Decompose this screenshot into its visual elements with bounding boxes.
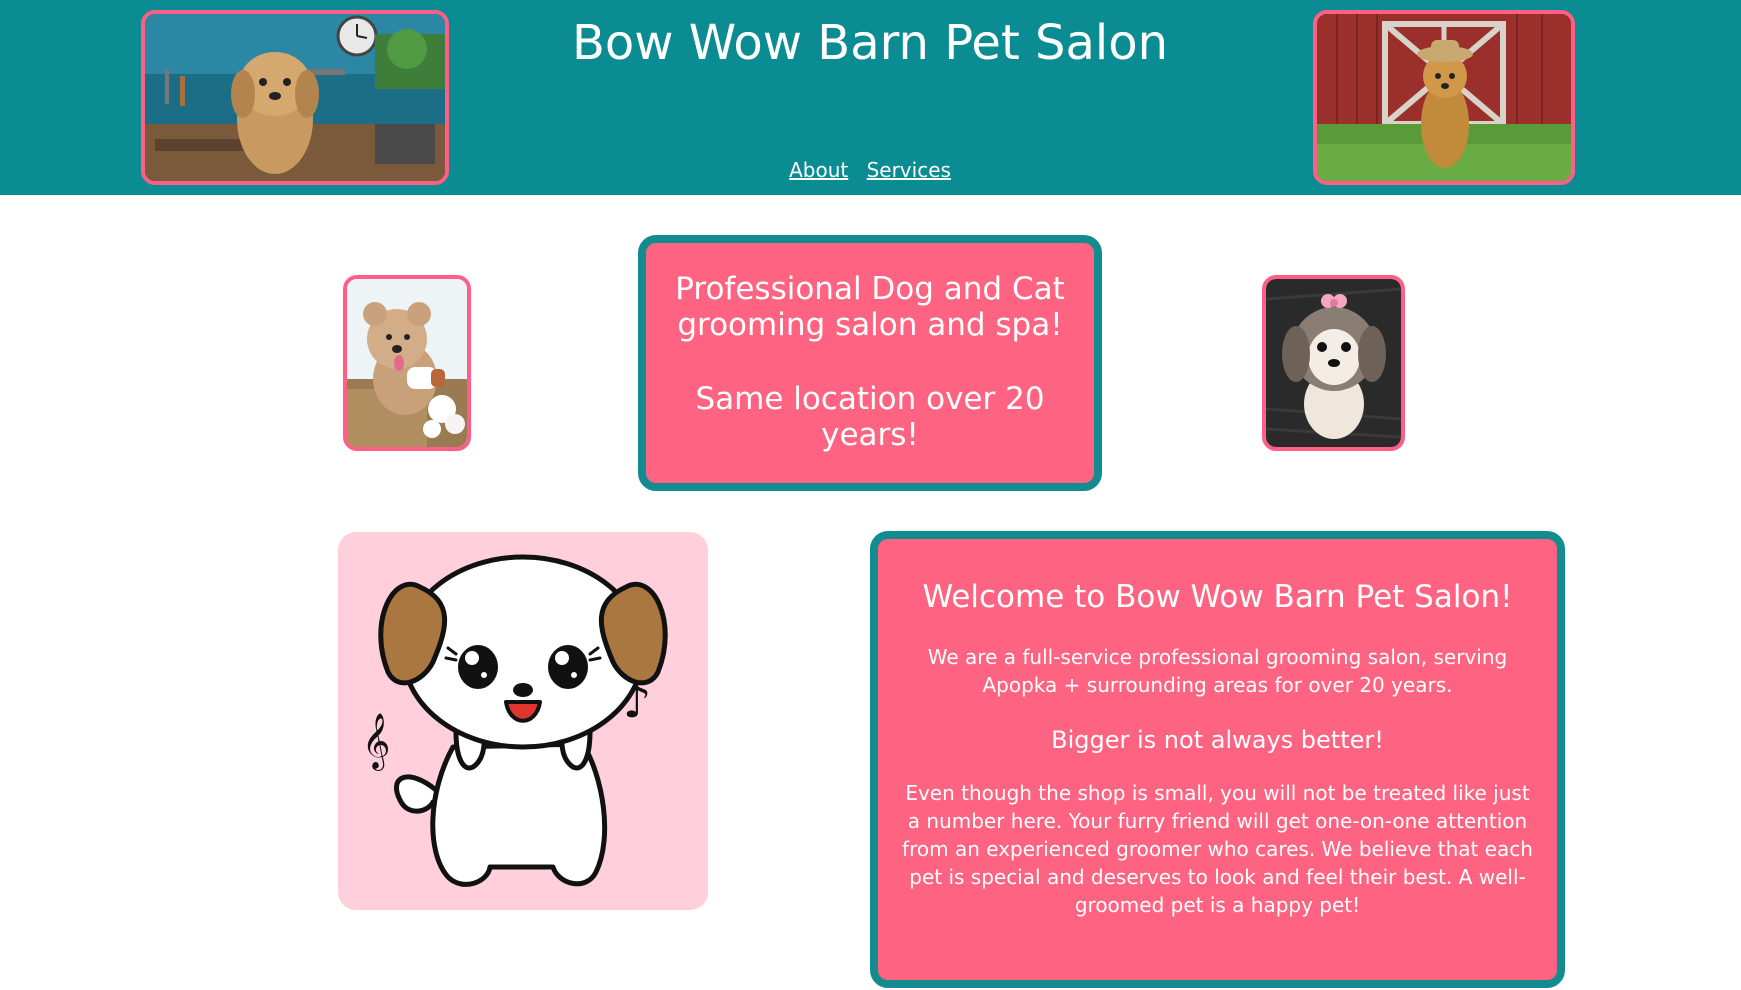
welcome-box: Welcome to Bow Wow Barn Pet Salon! We ar… xyxy=(870,531,1565,988)
cartoon-puppy-illustration: 𝄞 ♪ xyxy=(338,532,708,910)
welcome-subheading: Bigger is not always better! xyxy=(1051,726,1384,754)
nav-link-services[interactable]: Services xyxy=(867,158,951,182)
main-nav: About Services xyxy=(570,158,1170,182)
golden-retriever-barn-photo xyxy=(1313,10,1575,185)
site-header: Bow Wow Barn Pet Salon About Services xyxy=(0,0,1741,195)
tagline-box: Professional Dog and Cat grooming salon … xyxy=(638,235,1102,491)
welcome-intro: We are a full-service professional groom… xyxy=(927,645,1508,697)
poodle-photo xyxy=(343,275,471,451)
tagline-years: Same location over 20 years! xyxy=(695,381,1045,453)
welcome-body: Even though the shop is small, you will … xyxy=(902,781,1533,917)
svg-text:♪: ♪ xyxy=(623,677,651,728)
yorkie-workshop-photo xyxy=(141,10,449,185)
welcome-heading: Welcome to Bow Wow Barn Pet Salon! xyxy=(922,579,1513,615)
site-title: Bow Wow Barn Pet Salon xyxy=(571,15,1169,71)
tagline-services: Professional Dog and Cat grooming salon … xyxy=(675,271,1065,343)
svg-text:𝄞: 𝄞 xyxy=(362,713,390,771)
shih-tzu-photo xyxy=(1262,275,1405,451)
nav-link-about[interactable]: About xyxy=(789,158,848,182)
